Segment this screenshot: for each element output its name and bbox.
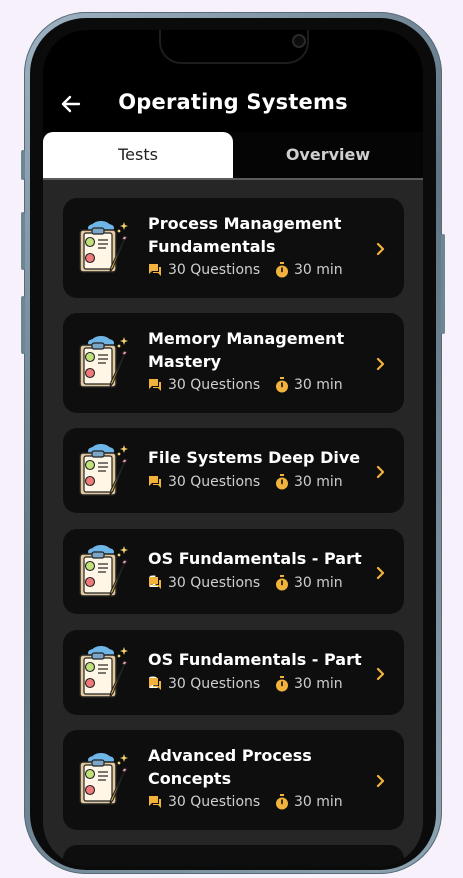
test-card[interactable]: File Systems Deep Dive 30 Questions 30 m… xyxy=(63,428,404,513)
test-title: Advanced Process Concepts xyxy=(148,746,312,788)
test-meta: 30 Questions 30 min xyxy=(148,474,388,492)
stopwatch-icon xyxy=(275,676,289,692)
tab-overview[interactable]: Overview xyxy=(233,132,423,178)
stopwatch-icon xyxy=(275,377,289,393)
test-card[interactable]: OS Fundamentals - Part 2 30 Questions 30… xyxy=(63,630,404,715)
clipboard-quiz-icon xyxy=(77,333,133,391)
tab-tests[interactable]: Tests xyxy=(43,132,233,178)
duration: 30 min xyxy=(294,575,343,591)
app-header: Operating Systems xyxy=(43,86,423,126)
question-count: 30 Questions xyxy=(168,262,261,278)
phone-side-button xyxy=(441,234,445,334)
page-title: Operating Systems xyxy=(118,90,348,114)
duration: 30 min xyxy=(294,262,343,278)
test-meta: 30 Questions 30 min xyxy=(148,262,388,280)
chat-questions-icon xyxy=(148,475,162,489)
chat-questions-icon xyxy=(148,576,162,590)
phone-screen: Operating Systems Tests Overview Process… xyxy=(43,30,423,866)
chat-questions-icon xyxy=(148,378,162,392)
test-card[interactable]: Memory Management Mastery 30 Questions 3… xyxy=(63,313,404,413)
duration: 30 min xyxy=(294,676,343,692)
question-count: 30 Questions xyxy=(168,575,261,591)
stopwatch-icon xyxy=(275,474,289,490)
phone-side-button xyxy=(21,150,25,180)
clipboard-quiz-icon xyxy=(77,750,133,808)
tab-bar: Tests Overview xyxy=(43,132,423,180)
chevron-right-icon[interactable] xyxy=(376,356,386,371)
camera-icon xyxy=(292,34,306,48)
test-meta: 30 Questions 30 min xyxy=(148,377,388,395)
question-count: 30 Questions xyxy=(168,794,261,810)
test-card[interactable]: OS Fundamentals - Part 1 30 Questions 30… xyxy=(63,529,404,614)
duration: 30 min xyxy=(294,377,343,393)
chevron-right-icon[interactable] xyxy=(376,666,386,681)
chat-questions-icon xyxy=(148,795,162,809)
chat-questions-icon xyxy=(148,263,162,277)
duration: 30 min xyxy=(294,794,343,810)
stopwatch-icon xyxy=(275,575,289,591)
stopwatch-icon xyxy=(275,794,289,810)
test-title: Memory Management Mastery xyxy=(148,329,345,371)
duration: 30 min xyxy=(294,474,343,490)
test-title: Process Management Fundamentals xyxy=(148,214,342,256)
question-count: 30 Questions xyxy=(168,474,261,490)
test-title: File Systems Deep Dive xyxy=(148,448,361,467)
test-list: Process Management Fundamentals 30 Quest… xyxy=(43,180,423,866)
chat-questions-icon xyxy=(148,677,162,691)
question-count: 30 Questions xyxy=(168,377,261,393)
test-meta: 30 Questions 30 min xyxy=(148,575,388,593)
clipboard-quiz-icon xyxy=(77,542,133,600)
test-meta: 30 Questions 30 min xyxy=(148,676,388,694)
clipboard-quiz-icon xyxy=(77,643,133,701)
chevron-right-icon[interactable] xyxy=(376,565,386,580)
chevron-right-icon[interactable] xyxy=(376,241,386,256)
stopwatch-icon xyxy=(275,262,289,278)
chevron-right-icon[interactable] xyxy=(376,773,386,788)
chevron-right-icon[interactable] xyxy=(376,464,386,479)
clipboard-quiz-icon xyxy=(77,441,133,499)
phone-side-button xyxy=(21,296,25,354)
clipboard-quiz-icon xyxy=(77,218,133,276)
notch xyxy=(159,30,309,64)
test-card[interactable]: Process Management Fundamentals 30 Quest… xyxy=(63,198,404,298)
phone-side-button xyxy=(21,212,25,270)
test-card[interactable]: Advanced Process Concepts 30 Questions 3… xyxy=(63,730,404,830)
test-card-partial[interactable] xyxy=(63,845,404,866)
question-count: 30 Questions xyxy=(168,676,261,692)
test-meta: 30 Questions 30 min xyxy=(148,794,388,812)
